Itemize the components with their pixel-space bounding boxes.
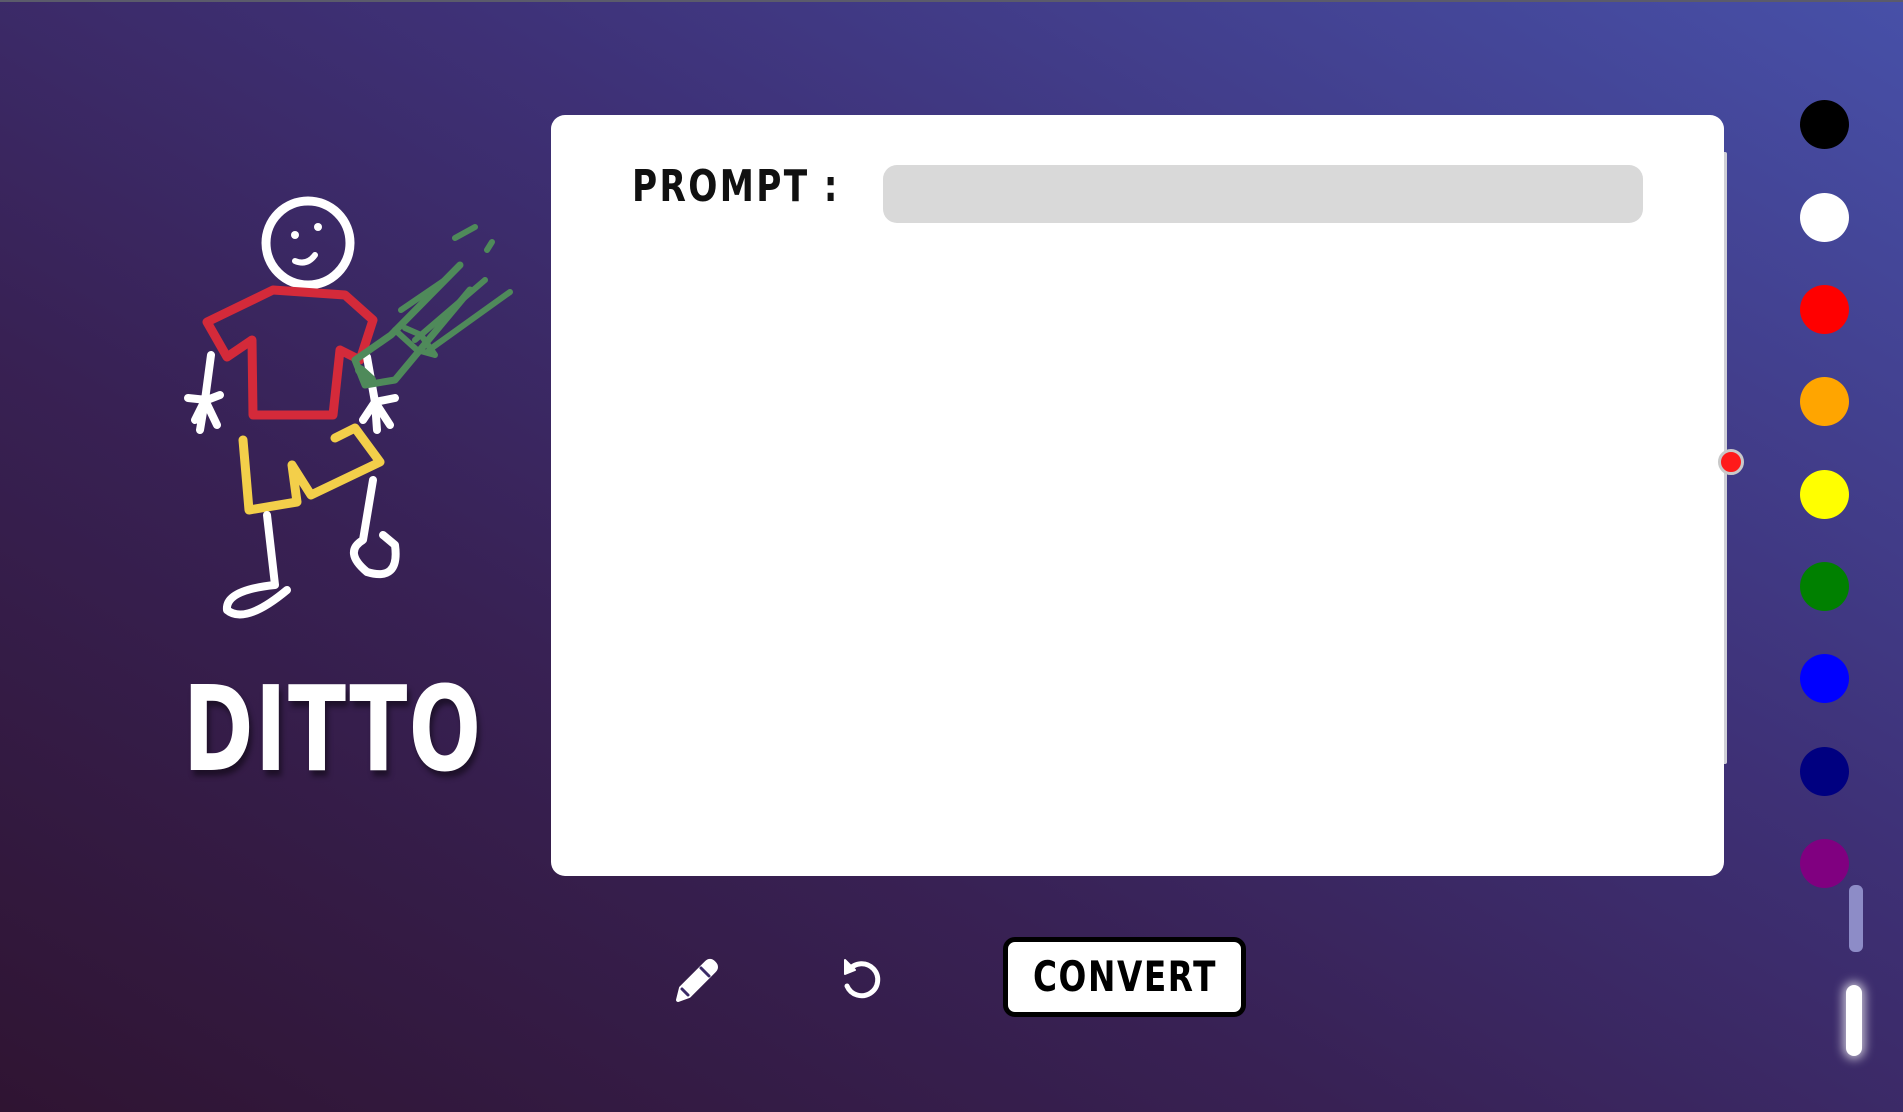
color-swatch-black[interactable]: [1800, 100, 1849, 149]
color-swatch-green[interactable]: [1800, 562, 1849, 611]
convert-button-label: CONVERT: [1032, 952, 1217, 1001]
color-swatch-red[interactable]: [1800, 285, 1849, 334]
color-swatch-navy[interactable]: [1800, 747, 1849, 796]
prompt-label: PROMPT :: [632, 161, 840, 212]
convert-button[interactable]: CONVERT: [1003, 937, 1246, 1017]
color-swatch-yellow[interactable]: [1800, 470, 1849, 519]
brush-size-track[interactable]: [1849, 885, 1863, 952]
color-swatch-white[interactable]: [1800, 193, 1849, 242]
drawing-canvas[interactable]: PROMPT :: [551, 115, 1724, 876]
undo-button[interactable]: [833, 952, 889, 1008]
ditto-logo: DITTO: [155, 180, 545, 788]
color-swatch-blue[interactable]: [1800, 654, 1849, 703]
brush-color-indicator[interactable]: [1718, 449, 1744, 475]
brush-size-slider-thumb[interactable]: [1846, 985, 1862, 1056]
stick-figure-illustration: [184, 196, 513, 619]
window-top-border: [0, 0, 1903, 2]
undo-icon: [844, 959, 881, 999]
prompt-input[interactable]: [883, 165, 1643, 223]
pencil-icon: [676, 959, 718, 1002]
color-swatch-orange[interactable]: [1800, 377, 1849, 426]
color-palette: [1800, 100, 1850, 900]
color-swatch-purple[interactable]: [1800, 839, 1849, 888]
brand-title: DITTO: [183, 660, 483, 798]
pencil-button[interactable]: [668, 952, 724, 1008]
